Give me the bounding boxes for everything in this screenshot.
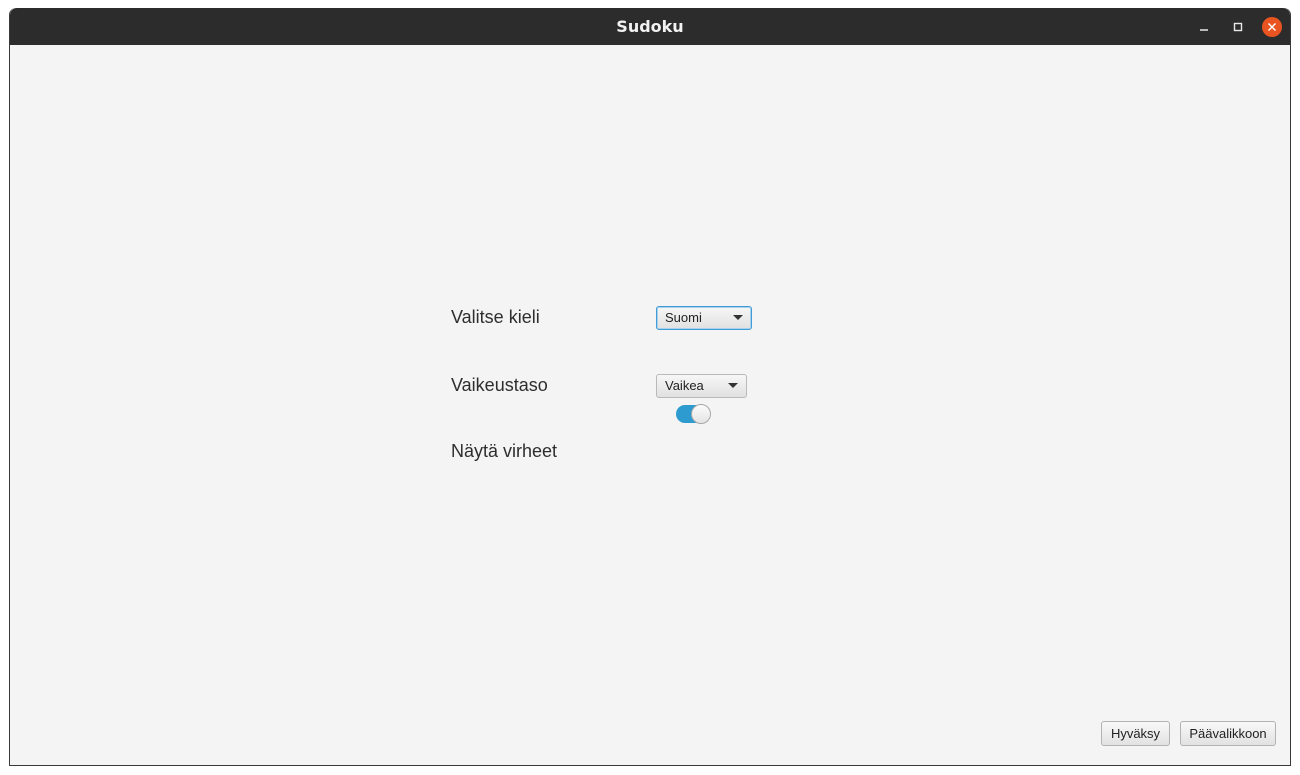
difficulty-select[interactable]: Vaikea [656,374,747,398]
toggle-knob [691,404,711,424]
difficulty-selected-value: Vaikea [665,378,704,393]
chevron-down-icon [728,383,738,388]
close-button[interactable] [1262,17,1282,37]
accept-button[interactable]: Hyväksy [1101,721,1170,746]
close-icon [1267,22,1277,32]
main-menu-button[interactable]: Päävalikkoon [1180,721,1276,746]
app-window: Sudoku Valitse kieli Suomi Vaikeustaso V… [9,8,1291,766]
difficulty-label: Vaikeustaso [451,375,548,395]
minimize-icon [1200,29,1208,31]
show-errors-label: Näytä virheet [451,441,558,461]
minimize-button[interactable] [1194,17,1214,37]
maximize-icon [1233,22,1243,32]
title-bar[interactable]: Sudoku [10,8,1290,45]
chevron-down-icon [733,315,743,320]
language-selected-value: Suomi [665,310,702,325]
show-errors-toggle[interactable] [676,404,712,424]
window-title: Sudoku [616,17,684,36]
settings-panel: Valitse kieli Suomi Vaikeustaso Vaikea N… [10,45,1290,765]
language-select[interactable]: Suomi [656,306,752,330]
language-label: Valitse kieli [451,307,540,327]
maximize-button[interactable] [1228,17,1248,37]
